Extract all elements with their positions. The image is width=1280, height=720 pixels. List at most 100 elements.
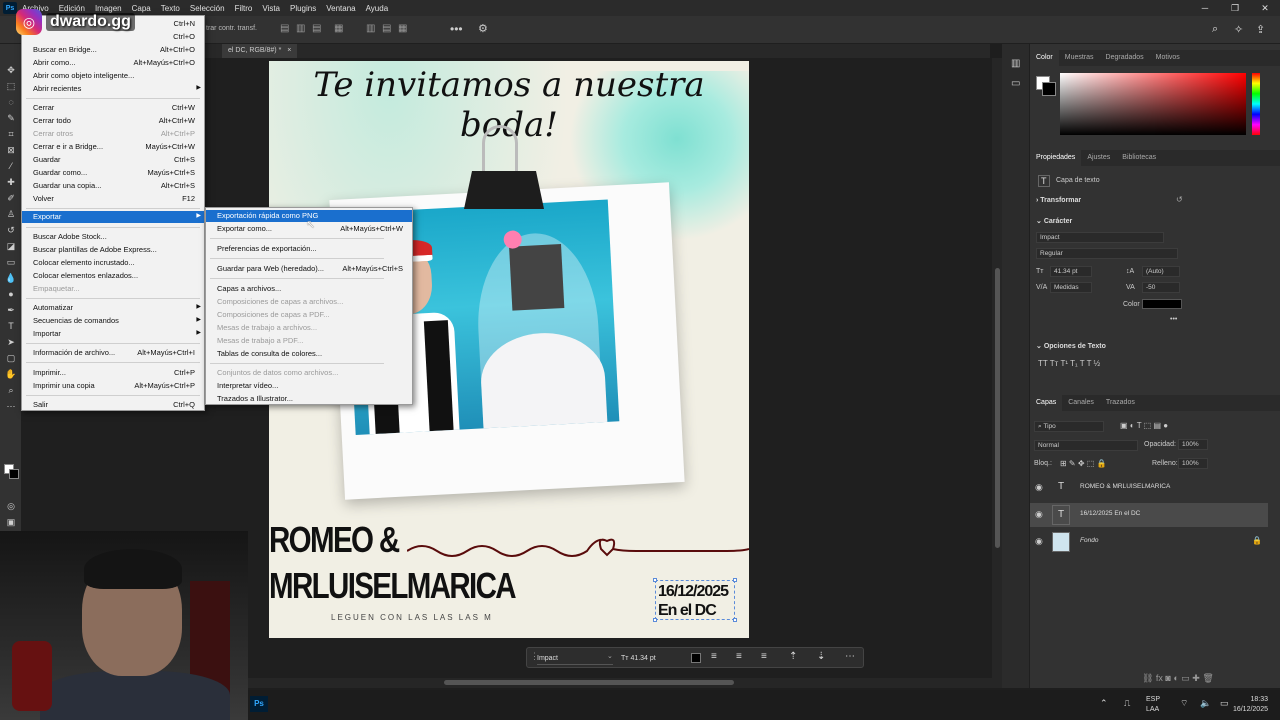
close-tab-icon[interactable]: × <box>287 47 291 54</box>
layer-row-selected[interactable]: ◉ T 16/12/2025 En el DC <box>1030 503 1268 527</box>
more-tools-icon[interactable]: ⋯ <box>4 400 18 412</box>
background-color-swatch[interactable] <box>9 469 19 479</box>
shape-tool-icon[interactable]: ▢ <box>4 352 18 364</box>
align-right-text-icon[interactable]: ≡ <box>761 651 767 662</box>
align-left-icon[interactable]: ▦ <box>334 23 344 35</box>
menu-item-save[interactable]: Guardar Ctrl+S <box>22 154 204 166</box>
menu-item-open-as[interactable]: Abrir como... Alt+Mayús+Ctrl+O <box>22 57 204 69</box>
ctx-font-select[interactable]: Impact <box>537 652 613 665</box>
tab-layers[interactable]: Capas <box>1030 395 1063 411</box>
leading-field[interactable]: (Auto) <box>1142 266 1180 277</box>
stamp-tool-icon[interactable]: ♙ <box>4 208 18 220</box>
menu-item-save-for-web[interactable]: Guardar para Web (heredado)... Alt+Mayús+… <box>206 263 412 275</box>
align-center-icon[interactable]: ▤ <box>382 23 392 35</box>
menu-item-express-templates[interactable]: Buscar plantillas de Adobe Express... <box>22 244 204 256</box>
text-options-icon[interactable]: ⇣ <box>817 651 825 662</box>
menu-item-color-lookup-tables[interactable]: Tablas de consulta de colores... <box>206 348 412 360</box>
font-style-select[interactable]: Regular <box>1036 248 1178 259</box>
opacity-field[interactable]: 100% <box>1178 439 1208 450</box>
vertical-scroll-thumb[interactable] <box>995 268 1000 548</box>
tab-swatches[interactable]: Muestras <box>1059 50 1100 66</box>
layer-actions-bar[interactable]: ⛓ fx ◙ ◐ ▭ ✚ 🗑 <box>1142 673 1214 684</box>
menu-item-file-info[interactable]: Información de archivo... Alt+Mayús+Ctrl+… <box>22 347 204 359</box>
font-family-select[interactable]: Impact <box>1036 232 1164 243</box>
menu-vista[interactable]: Vista <box>257 4 285 13</box>
microphone-icon[interactable]: ⎍ <box>1124 698 1130 709</box>
menu-item-open-recent[interactable]: Abrir recientes ▶ <box>22 83 204 95</box>
minimize-icon[interactable]: ─ <box>1190 0 1220 16</box>
menu-item-exit[interactable]: Salir Ctrl+Q <box>22 399 204 411</box>
tab-patterns[interactable]: Motivos <box>1150 50 1186 66</box>
share-icon[interactable]: ⇪ <box>1256 23 1265 36</box>
align-right-icon[interactable]: ▦ <box>398 23 408 35</box>
eye-icon[interactable]: ◉ <box>1035 482 1043 493</box>
date-text-box[interactable]: 16/12/2025 En el DC <box>653 578 737 622</box>
history-brush-icon[interactable]: ↺ <box>4 224 18 236</box>
color-picker-field[interactable] <box>1060 73 1246 135</box>
menu-item-close[interactable]: Cerrar Ctrl+W <box>22 102 204 114</box>
align-bottom-icon[interactable]: ▤ <box>312 23 322 35</box>
blur-tool-icon[interactable]: 💧 <box>4 272 18 284</box>
quick-select-tool-icon[interactable]: ✎ <box>4 112 18 124</box>
menu-item-render-video[interactable]: Interpretar vídeo... <box>206 380 412 392</box>
menu-texto[interactable]: Texto <box>156 4 185 13</box>
crop-tool-icon[interactable]: ⌗ <box>4 128 18 140</box>
blend-mode-select[interactable]: Normal <box>1034 440 1138 451</box>
menu-item-print[interactable]: Imprimir... Ctrl+P <box>22 367 204 379</box>
frame-tool-icon[interactable]: ⊠ <box>4 144 18 156</box>
path-select-tool-icon[interactable]: ➤ <box>4 336 18 348</box>
align-center-text-icon[interactable]: ≡ <box>736 651 742 662</box>
healing-tool-icon[interactable]: ✚ <box>4 176 18 188</box>
lock-icons[interactable]: ⊞ ✎ ✥ ⬚ 🔒 <box>1060 459 1107 468</box>
character-section[interactable]: ⌄ Carácter <box>1036 217 1072 225</box>
menu-plugins[interactable]: Plugins <box>285 4 321 13</box>
gradient-tool-icon[interactable]: ▭ <box>4 256 18 268</box>
eraser-tool-icon[interactable]: ◪ <box>4 240 18 252</box>
quick-mask-icon[interactable]: ◎ <box>4 500 18 512</box>
menu-item-export[interactable]: Exportar ▶ <box>22 211 204 223</box>
comments-icon[interactable]: ▭ <box>1011 78 1020 89</box>
more-options-icon[interactable]: ⋯ <box>845 651 855 662</box>
align-middle-icon[interactable]: ▥ <box>296 23 306 35</box>
hand-tool-icon[interactable]: ✋ <box>4 368 18 380</box>
maximize-icon[interactable]: ❐ <box>1220 0 1250 16</box>
transform-handle[interactable] <box>653 578 657 582</box>
distribute-icon[interactable]: ▥ <box>366 23 376 35</box>
document-tab[interactable]: el DC, RGB/8#) * × <box>222 44 298 58</box>
more-options-icon[interactable]: ••• <box>1170 316 1177 323</box>
reset-icon[interactable]: ↺ <box>1176 195 1183 204</box>
tab-channels[interactable]: Canales <box>1062 395 1100 411</box>
tab-adjustments[interactable]: Ajustes <box>1081 150 1116 166</box>
text-color-swatch[interactable] <box>691 653 701 663</box>
menu-item-close-all[interactable]: Cerrar todo Alt+Ctrl+W <box>22 115 204 127</box>
transform-handle[interactable] <box>733 578 737 582</box>
photoshop-taskbar-icon[interactable]: Ps <box>250 696 268 712</box>
search-icon[interactable]: ⌕ <box>1212 23 1218 36</box>
pen-tool-icon[interactable]: ✒ <box>4 304 18 316</box>
align-top-icon[interactable]: ▤ <box>280 23 290 35</box>
tab-properties[interactable]: Propiedades <box>1030 150 1082 166</box>
tab-libraries[interactable]: Bibliotecas <box>1116 150 1162 166</box>
horizontal-scrollbar[interactable] <box>248 678 992 688</box>
chevron-down-icon[interactable]: ⌄ <box>607 652 613 660</box>
gear-icon[interactable]: ⚙ <box>478 22 488 35</box>
eye-icon[interactable]: ◉ <box>1035 509 1043 520</box>
menu-item-browse-bridge[interactable]: Buscar en Bridge... Alt+Ctrl+O <box>22 44 204 56</box>
menu-ventana[interactable]: Ventana <box>321 4 360 13</box>
menu-item-close-go-bridge[interactable]: Cerrar e ir a Bridge... Mayús+Ctrl+W <box>22 141 204 153</box>
menu-seleccion[interactable]: Selección <box>185 4 230 13</box>
font-size-field[interactable]: 41.34 pt <box>1050 266 1092 277</box>
lasso-tool-icon[interactable]: ◌ <box>4 96 18 108</box>
layer-filter-icons[interactable]: ▣ ◐ T ⬚ ▤ ● <box>1120 421 1168 430</box>
close-icon[interactable]: ✕ <box>1250 0 1280 16</box>
menu-item-save-as[interactable]: Guardar como... Mayús+Ctrl+S <box>22 167 204 179</box>
transform-handle[interactable] <box>733 618 737 622</box>
vertical-scrollbar[interactable] <box>992 58 1002 688</box>
menu-item-print-copy[interactable]: Imprimir una copia Alt+Mayús+Ctrl+P <box>22 380 204 392</box>
eye-icon[interactable]: ◉ <box>1035 536 1043 547</box>
text-style-buttons[interactable]: TT Tт T¹ T₁ T T ½ <box>1038 359 1100 368</box>
menu-item-paths-illustrator[interactable]: Trazados a Illustrator... <box>206 393 412 405</box>
text-color-swatch[interactable] <box>1142 299 1182 309</box>
type-tool-icon[interactable]: T <box>4 320 18 332</box>
menu-item-save-copy[interactable]: Guardar una copia... Alt+Ctrl+S <box>22 180 204 192</box>
